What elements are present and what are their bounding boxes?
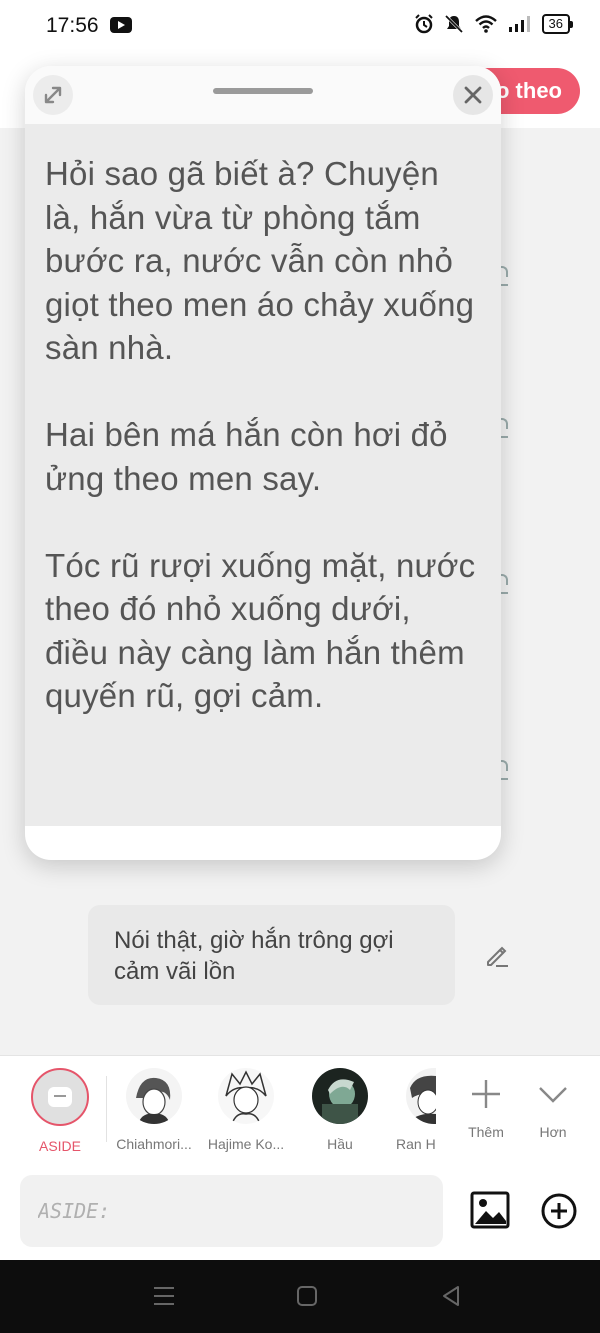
popup-paragraph: Hỏi sao gã biết à? Chuyện là, hắn vừa từ… (45, 155, 475, 366)
image-icon (470, 1191, 510, 1229)
character-item[interactable]: Ran H (386, 1068, 436, 1152)
alarm-icon (414, 14, 433, 34)
character-label: Hầu (327, 1136, 353, 1152)
close-button[interactable] (453, 75, 493, 115)
image-button[interactable] (470, 1191, 510, 1229)
signal-icon (508, 16, 530, 32)
popup-body: Hỏi sao gã biết à? Chuyện là, hắn vừa từ… (25, 124, 501, 826)
avatar (218, 1068, 274, 1124)
aside-avatar (31, 1068, 89, 1126)
wifi-icon (474, 15, 497, 33)
character-label: Hajime Ko... (207, 1136, 285, 1152)
edit-button[interactable] (482, 940, 512, 970)
input-box[interactable] (20, 1175, 443, 1247)
character-item[interactable]: Hajime Ko... (198, 1068, 294, 1152)
aside-icon (48, 1087, 72, 1107)
message-input[interactable] (38, 1199, 425, 1223)
drag-handle[interactable] (213, 88, 313, 94)
popup-paragraph: Tóc rũ rượi xuống mặt, nước theo đó nhỏ … (45, 546, 476, 715)
home-square-icon (297, 1286, 317, 1306)
back-button[interactable] (440, 1285, 462, 1312)
input-area (0, 1165, 600, 1260)
expand-icon (44, 86, 62, 104)
character-item-aside[interactable]: ASIDE (12, 1068, 108, 1154)
message-bubble[interactable]: Nói thật, giờ hắn trông gợi cảm vãi lồn (88, 905, 455, 1005)
expanded-message-popup: Hỏi sao gã biết à? Chuyện là, hắn vừa từ… (25, 66, 501, 860)
battery-icon: 36 (541, 14, 574, 34)
character-label: ASIDE (38, 1138, 81, 1154)
popup-paragraph: Hai bên má hắn còn hơi đỏ ửng theo men s… (45, 416, 448, 497)
avatar (406, 1068, 436, 1124)
character-bar: ASIDE Chiahmori... Hajime Ko... Hầu Ran … (0, 1055, 600, 1165)
character-item[interactable]: Chiahmori... (106, 1068, 202, 1152)
mute-icon (444, 14, 463, 34)
status-icons: 36 (414, 14, 574, 34)
avatar (126, 1068, 182, 1124)
close-icon (464, 86, 482, 104)
collapse-button[interactable]: Hơn (518, 1074, 588, 1140)
system-nav-bar (0, 1260, 600, 1333)
pencil-icon (487, 946, 508, 967)
character-item[interactable]: Hầu (292, 1068, 388, 1152)
popup-header (25, 66, 501, 124)
chevron-down-icon (539, 1087, 567, 1103)
more-button[interactable]: Thêm (451, 1074, 521, 1140)
plus-icon (472, 1080, 500, 1108)
avatar (312, 1068, 368, 1124)
expand-button[interactable] (33, 75, 73, 115)
status-time: 17:56 (46, 14, 99, 37)
status-bar: 17:56 36 (0, 0, 600, 52)
menu-icon (154, 1287, 174, 1305)
more-label: Thêm (468, 1124, 504, 1140)
character-label: Chiahmori... (116, 1136, 192, 1152)
collapse-label: Hơn (539, 1124, 567, 1140)
back-triangle-icon (443, 1286, 459, 1306)
character-label: Ran H (396, 1136, 436, 1152)
add-button[interactable] (540, 1192, 578, 1230)
recent-apps-button[interactable] (152, 1285, 176, 1312)
plus-circle-icon (541, 1193, 577, 1229)
home-button[interactable] (296, 1285, 318, 1312)
youtube-icon (110, 17, 132, 33)
